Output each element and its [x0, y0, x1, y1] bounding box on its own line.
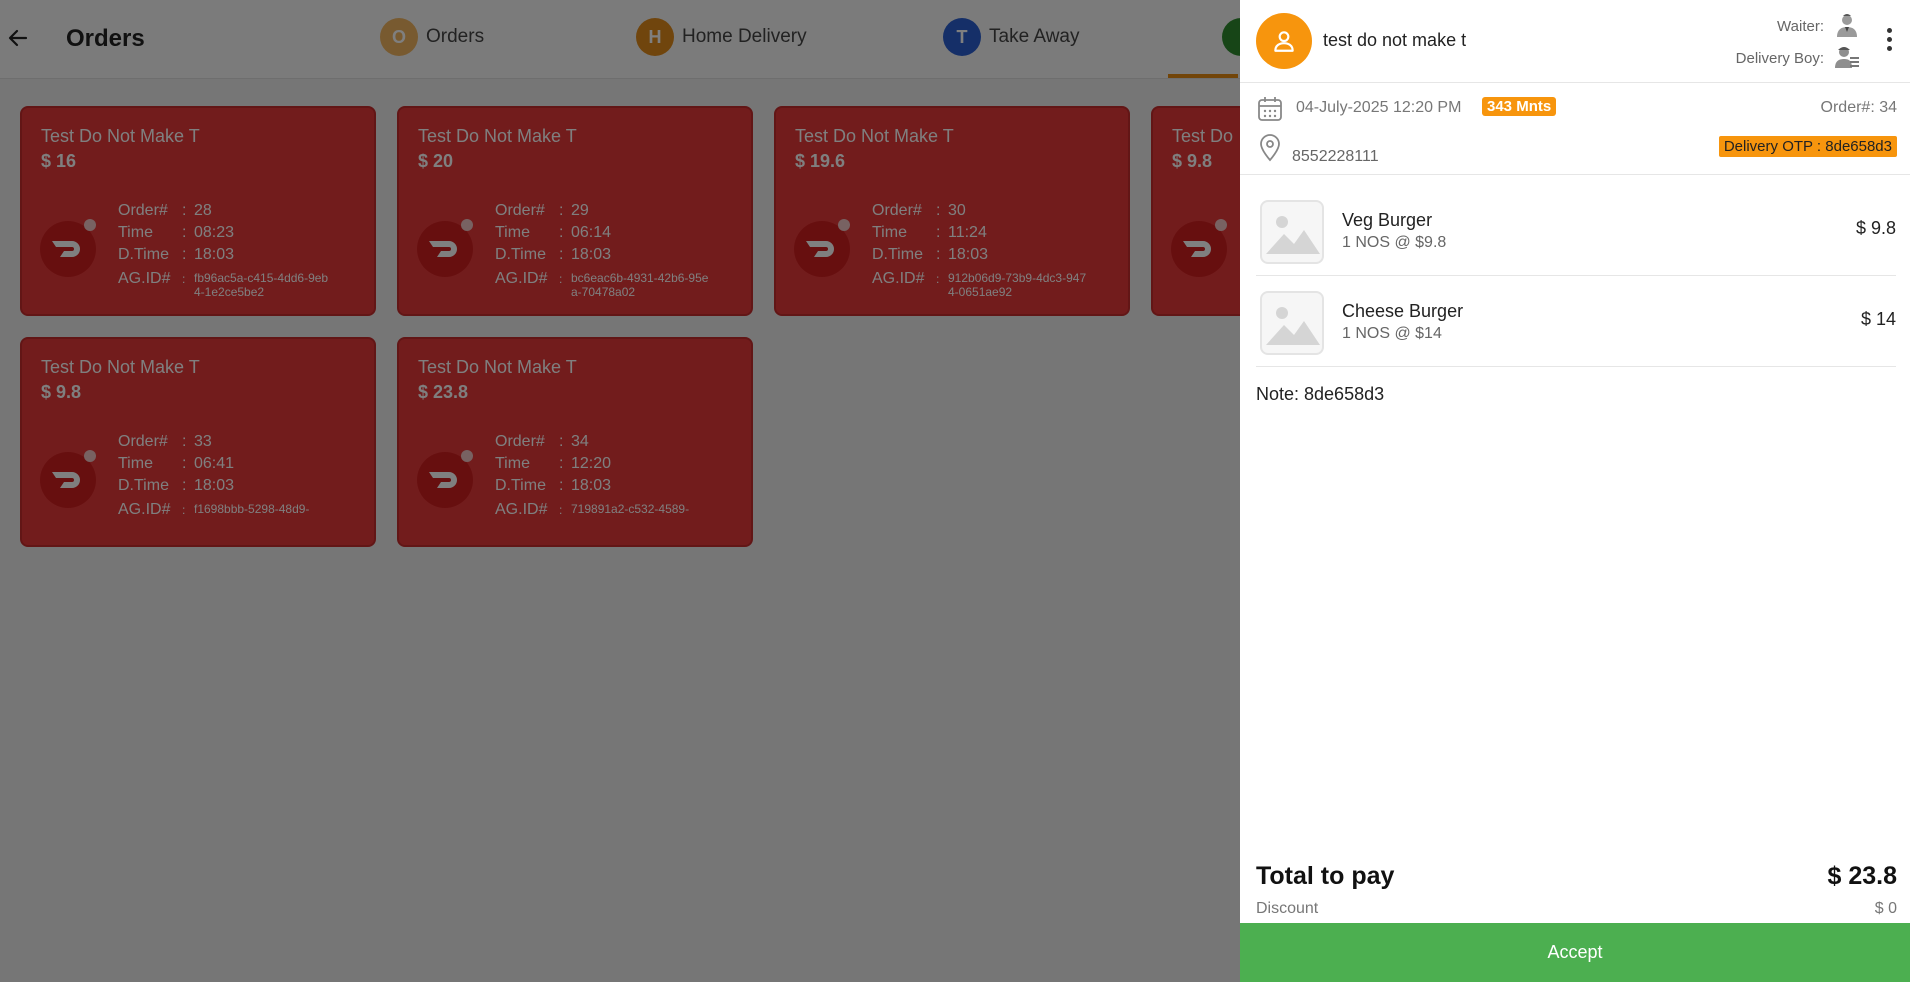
delivery-otp-badge: Delivery OTP : 8de658d3 [1718, 136, 1897, 157]
customer-phone: 8552228111 [1292, 148, 1379, 165]
location-pin-icon [1258, 134, 1282, 167]
waiter-icon[interactable] [1834, 12, 1860, 43]
more-options-icon[interactable] [1880, 24, 1898, 54]
divider [1240, 174, 1910, 175]
order-note: Note: 8de658d3 [1256, 384, 1385, 404]
image-placeholder-icon [1260, 200, 1324, 264]
item-quantity: 1 NOS @ $14 [1342, 325, 1442, 342]
discount-value: $ 0 [1874, 900, 1897, 917]
item-price: $ 14 [1860, 309, 1896, 329]
elapsed-minutes-badge: 343 Mnts [1482, 97, 1557, 116]
delivery-boy-icon[interactable] [1834, 45, 1860, 74]
total-value: $ 23.8 [1827, 862, 1897, 890]
item-divider [1256, 366, 1896, 367]
customer-avatar-icon [1256, 13, 1312, 69]
item-price: $ 9.8 [1855, 218, 1896, 238]
delivery-boy-label: Delivery Boy: [1735, 50, 1824, 67]
item-divider [1256, 275, 1896, 276]
divider [1240, 82, 1910, 83]
calendar-icon [1256, 95, 1284, 128]
accept-button[interactable]: Accept [1240, 923, 1910, 982]
discount-label: Discount [1256, 900, 1319, 917]
image-placeholder-icon [1260, 291, 1324, 355]
order-detail-panel: test do not make t Waiter: Delivery Boy:… [1240, 0, 1910, 982]
order-number: Order#: 34 [1820, 99, 1897, 116]
total-label: Total to pay [1256, 862, 1395, 890]
item-name: Cheese Burger [1342, 301, 1464, 321]
customer-name: test do not make t [1323, 30, 1467, 50]
item-name: Veg Burger [1342, 210, 1433, 230]
order-date: 04-July-2025 12:20 PM [1296, 99, 1462, 116]
item-quantity: 1 NOS @ $9.8 [1342, 234, 1447, 251]
modal-backdrop[interactable] [0, 0, 1240, 982]
waiter-label: Waiter: [1777, 18, 1824, 35]
